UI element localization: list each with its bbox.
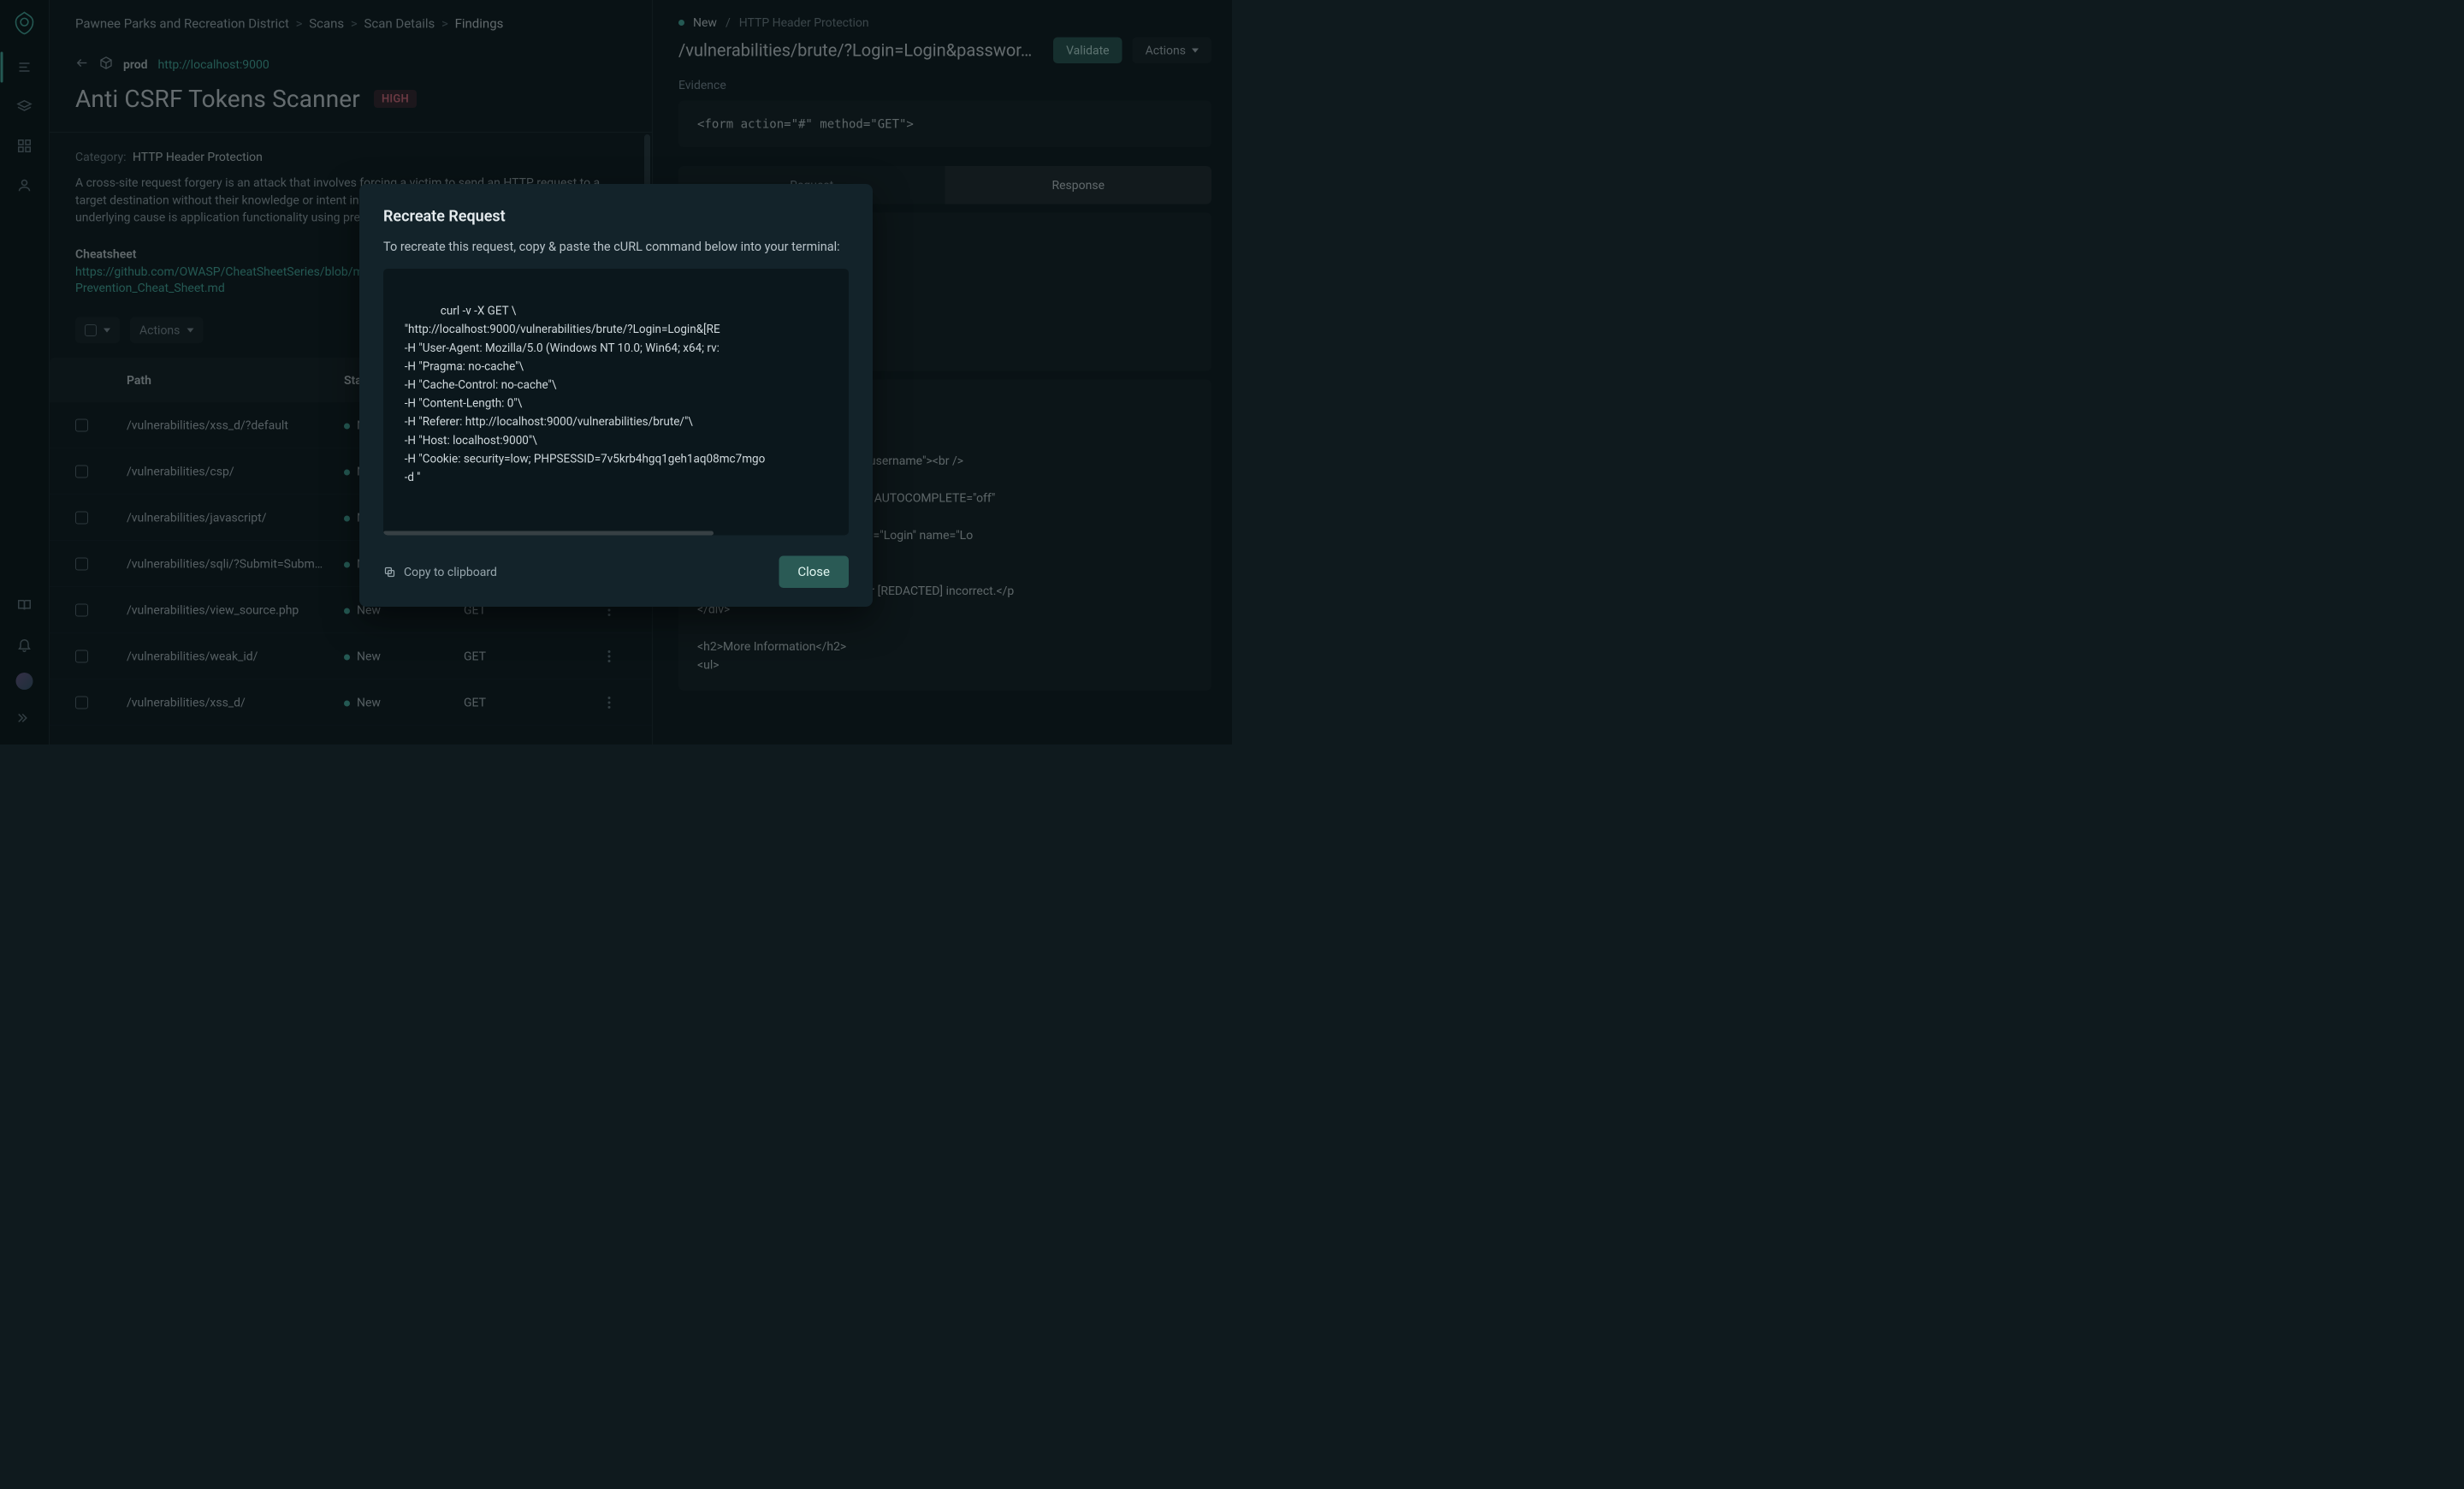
close-button[interactable]: Close [779, 556, 849, 589]
horizontal-scrollbar[interactable] [383, 531, 714, 536]
modal-overlay[interactable]: Recreate Request To recreate this reques… [0, 0, 1232, 744]
recreate-request-modal: Recreate Request To recreate this reques… [359, 184, 873, 607]
copy-icon [383, 566, 396, 578]
modal-title: Recreate Request [383, 207, 849, 225]
curl-codeblock[interactable]: curl -v -X GET \ "http://localhost:9000/… [383, 269, 849, 536]
copy-to-clipboard-button[interactable]: Copy to clipboard [383, 565, 497, 579]
modal-subtitle: To recreate this request, copy & paste t… [383, 240, 849, 254]
